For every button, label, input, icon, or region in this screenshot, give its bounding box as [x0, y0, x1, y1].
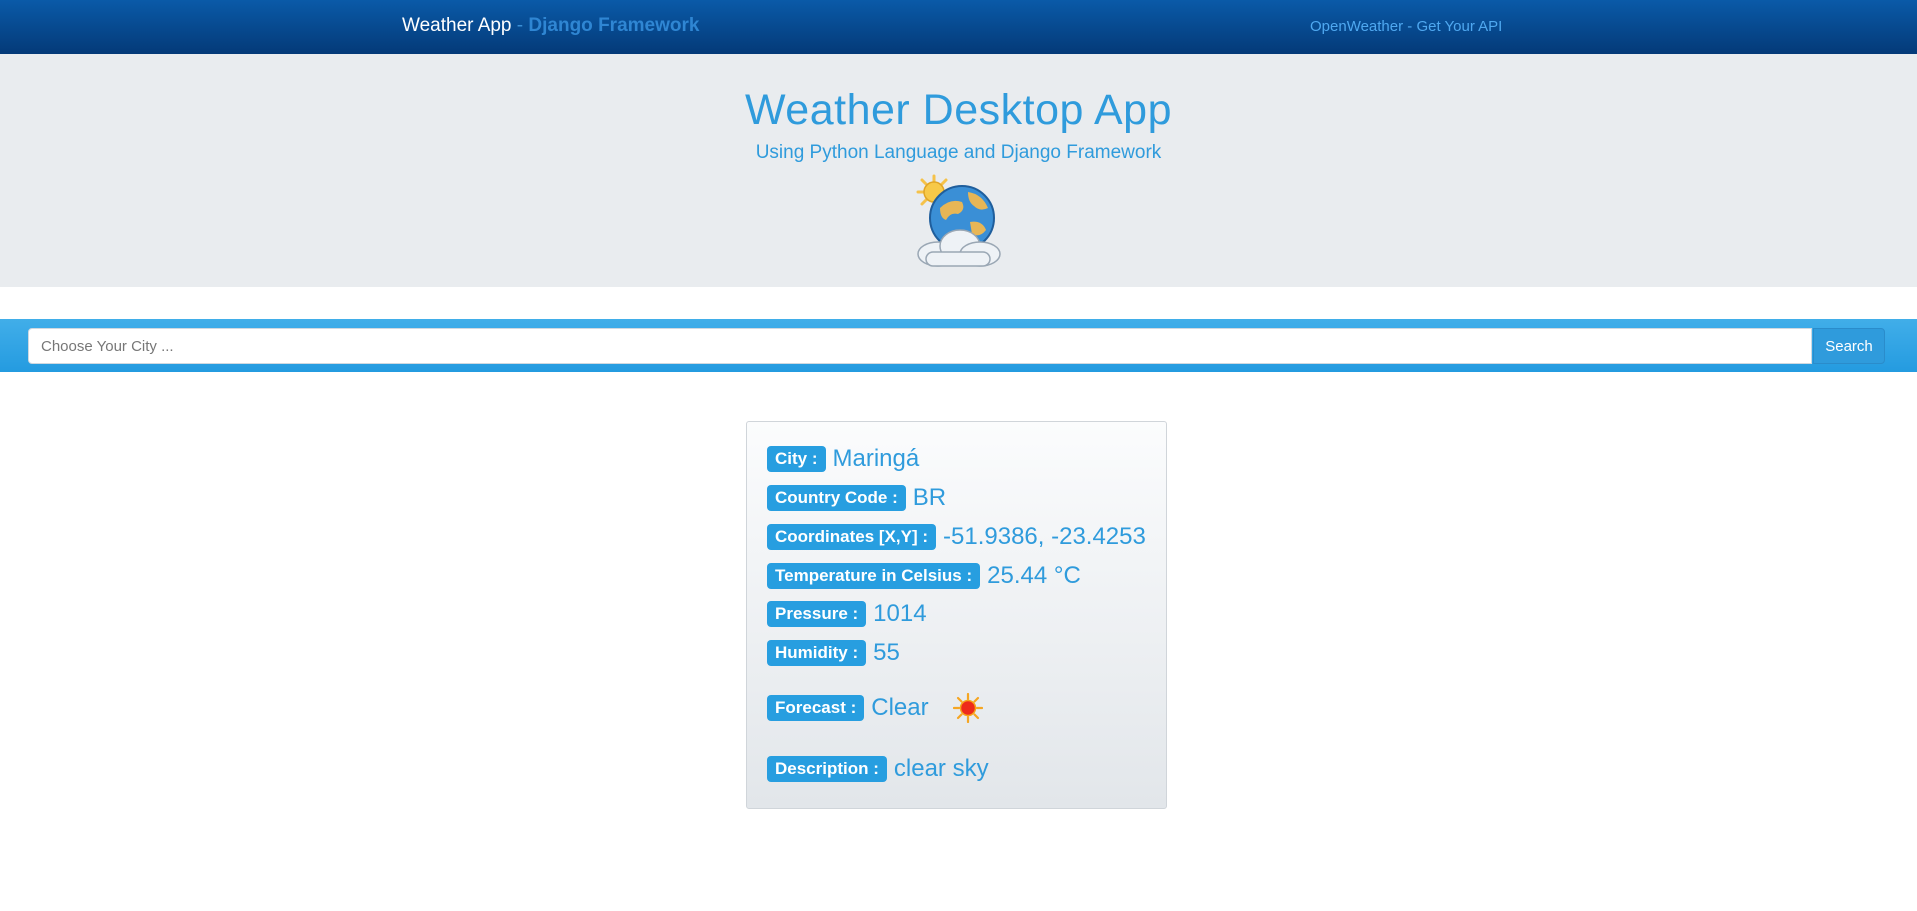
forecast-row: Forecast : Clear — [767, 693, 983, 723]
coordinates-value: -51.9386, -23.4253 — [943, 523, 1146, 550]
description-value: clear sky — [893, 755, 989, 782]
temperature-value: 25.44 °C — [987, 562, 1081, 589]
page-title: Weather Desktop App — [744, 86, 1172, 134]
city-label: City : — [767, 446, 826, 472]
navbar-brand[interactable]: Weather App - Django Framework — [402, 15, 699, 37]
brand-framework: Django Framework — [528, 15, 700, 36]
sun-icon — [952, 693, 983, 723]
pressure-value: 1014 — [873, 600, 927, 627]
sun-cloud-globe-icon — [916, 174, 1001, 267]
forecast-label: Forecast : — [767, 695, 865, 721]
humidity-value: 55 — [873, 639, 900, 666]
description-row: Description : clear sky — [767, 754, 989, 784]
temperature-label: Temperature in Celsius : — [767, 563, 981, 589]
brand-title: Weather App — [402, 15, 512, 36]
humidity-label: Humidity : — [767, 640, 867, 666]
city-search-input[interactable] — [28, 328, 1812, 364]
openweather-api-link[interactable]: OpenWeather - Get Your API — [1310, 18, 1502, 35]
hero-banner: Weather Desktop App Using Python Languag… — [0, 54, 1917, 287]
pressure-row: Pressure : 1014 — [767, 599, 927, 629]
forecast-value: Clear — [871, 694, 929, 721]
city-row: City : Maringá — [767, 444, 919, 474]
page-subtitle: Using Python Language and Django Framewo… — [755, 142, 1162, 163]
search-bar: Search — [0, 319, 1917, 372]
country-code-value: BR — [912, 484, 947, 511]
weather-result-card: City : Maringá Country Code : BR Coordin… — [746, 421, 1167, 809]
country-row: Country Code : BR — [767, 483, 946, 513]
pressure-label: Pressure : — [767, 601, 867, 627]
humidity-row: Humidity : 55 — [767, 638, 900, 668]
city-value: Maringá — [832, 445, 920, 472]
brand-separator: - — [511, 15, 529, 36]
description-label: Description : — [767, 756, 887, 782]
coordinates-label: Coordinates [X,Y] : — [767, 524, 937, 550]
country-code-label: Country Code : — [767, 485, 906, 511]
top-navbar: Weather App - Django Framework OpenWeath… — [0, 0, 1917, 55]
search-button[interactable]: Search — [1813, 328, 1885, 364]
coordinates-row: Coordinates [X,Y] : -51.9386, -23.4253 — [767, 522, 1146, 552]
temperature-row: Temperature in Celsius : 25.44 °C — [767, 561, 1081, 591]
